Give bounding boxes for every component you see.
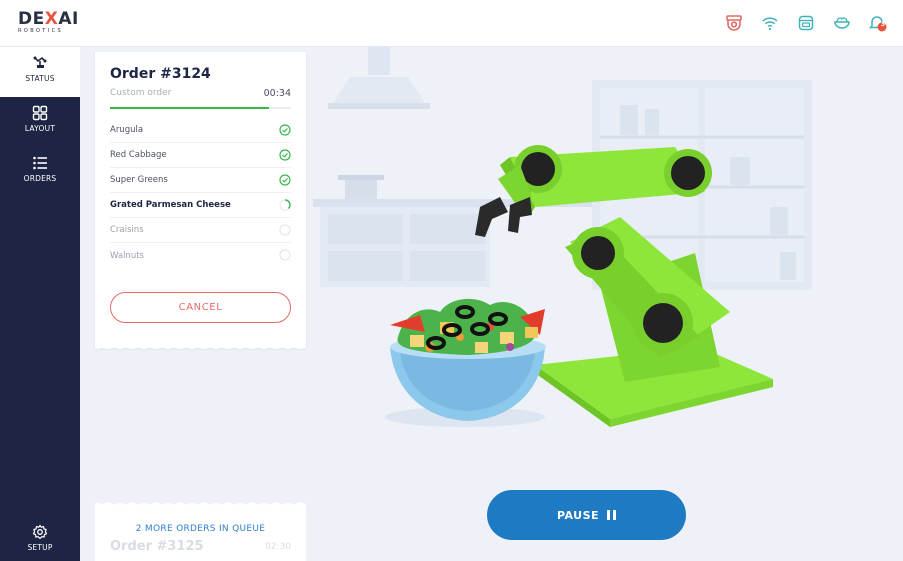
ingredient-row: Walnuts [110,243,291,268]
ingredient-name: Red Cabbage [110,150,167,160]
ingredient-row: Super Greens [110,168,291,193]
next-order-title: Order #3125 [110,539,204,554]
sidebar-item-setup[interactable]: SETUP [0,524,80,561]
cancel-order-button[interactable]: CANCEL [110,292,291,323]
check-circle-icon [279,171,291,190]
pause-icon [607,510,617,520]
notification-count-badge: 3 [880,21,886,28]
progress-spinner-icon [279,196,291,215]
logo-wordmark: DEXAI [18,9,79,29]
check-circle-icon [279,146,291,165]
queue-card[interactable]: 2 MORE ORDERS IN QUEUE Order #3125 02:30 [95,506,306,561]
list-orders-icon [32,155,48,171]
ingredient-name: Super Greens [110,175,168,185]
sidebar-item-label: LAYOUT [24,124,56,133]
ingredient-name: Arugula [110,125,144,135]
oven-icon[interactable] [795,12,817,34]
queue-count-label: 2 MORE ORDERS IN QUEUE [135,524,266,534]
grid-layout-icon [32,105,48,121]
ingredient-name: Walnuts [110,250,144,261]
sidebar-item-label: STATUS [25,74,55,83]
camera-icon[interactable] [723,12,745,34]
ingredient-name: Craisins [110,225,144,235]
top-status-icons: 3 [723,12,889,34]
sidebar-item-layout[interactable]: LAYOUT [0,105,80,150]
gear-icon [32,524,48,540]
check-circle-icon [279,121,291,140]
notification-bell-icon[interactable]: 3 [867,12,889,34]
empty-circle-icon [279,221,291,240]
ticket-edge-decoration [95,342,306,349]
empty-circle-icon [279,246,291,265]
ingredient-name: Grated Parmesan Cheese [110,200,231,210]
sidebar-item-label: ORDERS [23,174,57,183]
order-title: Order #3124 [110,66,211,82]
sidebar-item-orders[interactable]: ORDERS [0,155,80,200]
current-order-card: Order #3124 Custom order 00:34 Arugula R… [95,52,306,348]
bowl-icon[interactable] [831,12,853,34]
robot-status-icon [32,55,48,71]
order-progress-bar [110,107,291,109]
top-bar: DEXAI ROBOTICS 3 [0,0,903,47]
ingredient-row: Red Cabbage [110,143,291,168]
ingredient-row: Craisins [110,218,291,243]
status-main-panel: Order #3124 Custom order 00:34 Arugula R… [80,47,903,561]
dexai-logo: DEXAI ROBOTICS [18,10,78,38]
ingredient-row: Arugula [110,118,291,143]
order-progress-fill [110,107,270,109]
order-type: Custom order [110,88,172,98]
next-order-timer: 02:30 [265,542,291,552]
sidebar-nav: STATUS LAYOUT ORDERS SETUP [0,47,80,561]
sidebar-item-label: SETUP [27,543,53,552]
app-root: DEXAI ROBOTICS 3 STATUS LAYOUT ORDERS SE… [0,0,903,561]
sidebar-item-status[interactable]: STATUS [0,47,80,97]
ingredient-row: Grated Parmesan Cheese [110,193,291,218]
ingredient-list: Arugula Red Cabbage Super Greens Grated … [110,118,291,268]
pause-button[interactable]: PAUSE [487,490,686,540]
pause-label: PAUSE [556,508,600,522]
order-timer: 00:34 [263,88,291,99]
wifi-icon[interactable] [759,12,781,34]
